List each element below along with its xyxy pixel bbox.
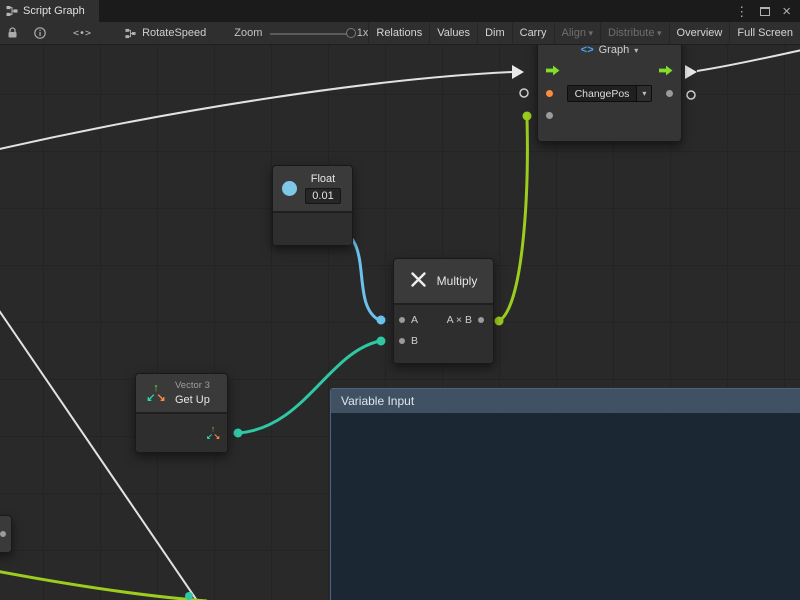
tab-script-graph[interactable]: Script Graph [0, 0, 99, 22]
value-out-port[interactable] [666, 90, 673, 97]
bottom-wire-port[interactable] [185, 592, 193, 600]
flow-in-port[interactable] [546, 65, 560, 79]
window-controls: ⋮ × [735, 0, 800, 22]
multiply-icon [410, 271, 427, 291]
float-node[interactable]: Float 0.01 [272, 165, 353, 246]
multiply-input-b[interactable]: B [399, 335, 418, 347]
event-node-title-row[interactable]: <> Graph [538, 45, 681, 62]
distribute-button[interactable]: Distribute [600, 22, 669, 44]
group-header[interactable]: Variable Input [331, 389, 800, 413]
vector-node-title: Get Up [175, 394, 210, 406]
offscreen-node[interactable] [0, 515, 12, 553]
tab-bar: Script Graph ⋮ × [0, 0, 800, 22]
zoom-slider-knob[interactable] [346, 28, 356, 38]
float-node-body [273, 211, 352, 245]
wire-flow-in[interactable] [0, 72, 512, 150]
zoom-value: 1x [357, 27, 369, 39]
port-b-label: B [411, 335, 418, 347]
unconnected-port-right[interactable] [687, 91, 695, 99]
unconnected-port-left[interactable] [520, 89, 528, 97]
wire-flow-out[interactable] [697, 50, 800, 71]
code-icon[interactable]: <•> [73, 28, 91, 39]
multiply-b-endpoint[interactable] [377, 337, 386, 346]
getup-port-icon[interactable]: ↑ ↙↘ [205, 426, 221, 440]
getup-output-port[interactable] [234, 429, 243, 438]
graph-event-node[interactable]: <> Graph ChangePos [537, 45, 682, 142]
variable-input-group[interactable]: Variable Input [330, 388, 800, 600]
dim-button[interactable]: Dim [477, 22, 512, 44]
graph-canvas[interactable]: Variable Input <> Graph [0, 45, 800, 600]
vector-node-body: ↑ ↙↘ [136, 412, 227, 452]
port-axb-label: A × B [447, 314, 472, 326]
lock-icon[interactable] [7, 27, 18, 39]
multiply-node[interactable]: Multiply A A × B B [393, 258, 494, 364]
float-node-title: Float [311, 173, 335, 185]
multiply-output-axb[interactable]: A × B [447, 314, 484, 326]
vector3-getup-node[interactable]: ↑ ↙↘ Vector 3 Get Up ↑ ↙↘ [135, 373, 228, 453]
vector-node-type: Vector 3 [175, 380, 210, 391]
multiply-node-title: Multiply [437, 274, 478, 288]
values-button[interactable]: Values [429, 22, 477, 44]
flow-in-arrow-icon [512, 65, 524, 79]
value-in-port[interactable] [546, 112, 553, 119]
zoom-label: Zoom [234, 27, 262, 39]
multiply-output-endpoint[interactable] [495, 317, 504, 326]
toolbar: <•> RotateSpeed Zoom 1x Relations Values… [0, 22, 800, 45]
event-node-title: Graph [599, 45, 630, 56]
port-dot-icon[interactable] [399, 338, 405, 344]
port-dot-icon[interactable] [478, 317, 484, 323]
wire-bottom-left[interactable] [0, 571, 207, 600]
graph-name[interactable]: RotateSpeed [142, 27, 206, 39]
graph-code-icon: <> [581, 45, 594, 56]
float-icon [282, 181, 297, 196]
wire-multiply-to-changepos[interactable] [499, 119, 527, 321]
variable-dropdown[interactable]: ChangePos [567, 85, 653, 102]
wire-diagonal[interactable] [0, 306, 198, 600]
target-port[interactable] [546, 90, 553, 97]
tab-title: Script Graph [23, 5, 85, 17]
align-button[interactable]: Align [554, 22, 601, 44]
graph-asset-icon [125, 28, 136, 39]
port-dot-icon[interactable] [399, 317, 405, 323]
multiply-input-a[interactable]: A [399, 314, 418, 326]
info-icon[interactable] [34, 27, 46, 39]
relations-button[interactable]: Relations [368, 22, 429, 44]
float-value-input[interactable]: 0.01 [305, 188, 341, 204]
changepos-input-endpoint[interactable] [523, 112, 532, 121]
carry-button[interactable]: Carry [512, 22, 554, 44]
zoom-slider-track[interactable] [270, 33, 346, 35]
maximize-icon[interactable] [760, 7, 770, 16]
toolbar-buttons: Relations Values Dim Carry Align Distrib… [368, 22, 800, 44]
chevron-down-icon[interactable] [636, 86, 651, 101]
vector3-icon: ↑ ↙↘ [145, 383, 167, 403]
flow-out-arrow-icon [685, 65, 697, 79]
script-graph-icon [6, 5, 18, 17]
port-a-label: A [411, 314, 418, 326]
close-icon[interactable]: × [782, 4, 791, 19]
flow-out-port[interactable] [659, 65, 673, 79]
group-title: Variable Input [341, 394, 414, 408]
menu-icon[interactable]: ⋮ [735, 5, 748, 18]
overview-button[interactable]: Overview [669, 22, 730, 44]
fullscreen-button[interactable]: Full Screen [729, 22, 800, 44]
multiply-a-endpoint[interactable] [377, 316, 386, 325]
offscreen-node-port[interactable] [0, 531, 6, 537]
variable-dropdown-value: ChangePos [568, 88, 637, 100]
zoom-slider[interactable] [270, 22, 352, 45]
